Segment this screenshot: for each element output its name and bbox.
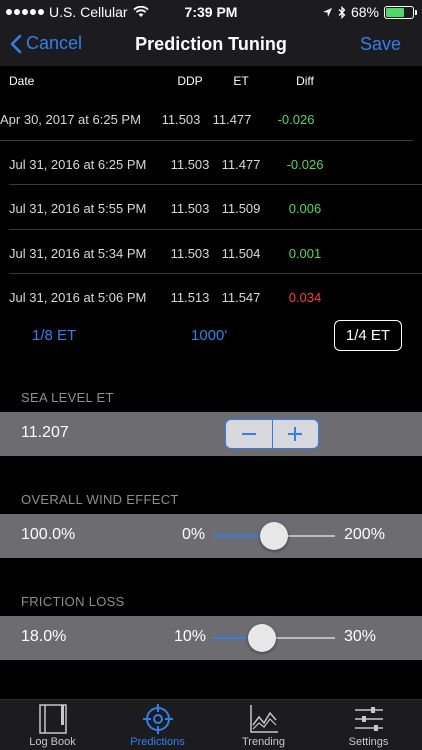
notebook-icon	[38, 704, 67, 734]
distance-selector: 1/8 ET 1000' 1/4 ET	[0, 320, 422, 352]
row-date: Jul 31, 2016 at 5:06 PM	[9, 290, 147, 306]
header-ddp: DDP	[177, 74, 203, 88]
battery-percent: 68%	[350, 4, 379, 20]
row-diff: 0.006	[288, 201, 322, 217]
header-et: ET	[233, 74, 249, 88]
row-ddp: 11.513	[170, 290, 210, 306]
navigation-bar: Cancel Prediction Tuning Save	[0, 24, 422, 66]
tab-bar: Log Book Predictions Trending Settings	[0, 699, 422, 750]
line-chart-icon	[249, 705, 278, 733]
friction-loss-value: 18.0%	[21, 628, 67, 645]
minus-icon	[241, 433, 256, 435]
header-date: Date	[9, 74, 35, 88]
runs-table: Apr 30, 2017 at 6:25 PM 11.503 11.477 -0…	[0, 96, 422, 319]
table-row[interactable]: Jul 31, 2016 at 5:34 PM 11.503 11.504 0.…	[9, 230, 422, 275]
bluetooth-icon	[338, 5, 346, 19]
row-et: 11.477	[221, 156, 261, 172]
header-diff: Diff	[296, 74, 314, 88]
tab-log-book[interactable]: Log Book	[0, 700, 105, 750]
plus-icon	[288, 427, 303, 441]
tab-label: Settings	[348, 736, 389, 748]
row-diff: -0.026	[286, 156, 324, 172]
wind-slider-max: 200%	[344, 526, 385, 543]
eighth-et-option[interactable]: 1/8 ET	[32, 320, 76, 352]
table-header: Date DDP ET Diff	[0, 66, 422, 96]
row-date: Apr 30, 2017 at 6:25 PM	[0, 112, 141, 127]
wind-slider-min: 0%	[182, 526, 206, 543]
row-diff: -0.026	[277, 112, 315, 127]
sea-level-value: 11.207	[21, 424, 69, 441]
wind-effect-value: 100.0%	[21, 526, 76, 543]
row-diff: 0.001	[288, 245, 322, 261]
tab-settings[interactable]: Settings	[316, 700, 421, 750]
quarter-et-option[interactable]: 1/4 ET	[334, 320, 402, 351]
status-bar: U.S. Cellular 7:39 PM 68%	[0, 0, 422, 24]
increment-button[interactable]	[273, 420, 319, 448]
crosshair-icon	[142, 704, 173, 734]
table-row[interactable]: Jul 31, 2016 at 5:06 PM 11.513 11.547 0.…	[9, 274, 422, 319]
wind-effect-panel: 100.0% 0% 200%	[0, 514, 422, 558]
tab-label: Predictions	[130, 736, 185, 748]
row-et: 11.547	[221, 290, 261, 306]
friction-slider-min: 10%	[174, 628, 207, 645]
sea-level-stepper	[225, 419, 319, 449]
friction-loss-panel: 18.0% 10% 30%	[0, 616, 422, 660]
table-row[interactable]: Jul 31, 2016 at 6:25 PM 11.503 11.477 -0…	[9, 141, 422, 186]
wind-effect-slider[interactable]	[213, 522, 335, 550]
slider-thumb[interactable]	[247, 624, 276, 652]
battery-icon	[384, 5, 417, 19]
sliders-icon	[354, 707, 383, 731]
tab-label: Trending	[241, 736, 285, 748]
row-ddp: 11.503	[170, 245, 210, 261]
row-date: Jul 31, 2016 at 5:55 PM	[9, 201, 147, 217]
row-et: 11.504	[221, 245, 261, 261]
table-row[interactable]: Apr 30, 2017 at 6:25 PM 11.503 11.477 -0…	[0, 96, 413, 141]
sea-level-panel: 11.207	[0, 412, 422, 456]
row-et: 11.509	[221, 201, 261, 217]
row-date: Jul 31, 2016 at 6:25 PM	[9, 156, 147, 172]
table-row[interactable]: Jul 31, 2016 at 5:55 PM 11.503 11.509 0.…	[9, 185, 422, 230]
wind-effect-label: OVERALL WIND EFFECT	[21, 492, 179, 507]
row-ddp: 11.503	[161, 112, 201, 127]
row-diff: 0.034	[288, 290, 322, 306]
tab-label: Log Book	[29, 736, 76, 748]
sea-level-label: SEA LEVEL ET	[21, 390, 114, 405]
row-date: Jul 31, 2016 at 5:34 PM	[9, 245, 147, 261]
location-icon	[322, 7, 332, 17]
status-right: 68%	[322, 4, 417, 20]
tab-predictions[interactable]: Predictions	[105, 700, 210, 750]
row-et: 11.477	[212, 112, 252, 127]
row-ddp: 11.503	[170, 201, 210, 217]
friction-loss-label: FRICTION LOSS	[21, 594, 125, 609]
save-button[interactable]: Save	[360, 34, 401, 55]
thousand-foot-option[interactable]: 1000'	[191, 320, 227, 352]
decrement-button[interactable]	[226, 420, 272, 448]
page-title: Prediction Tuning	[135, 34, 287, 54]
friction-slider-max: 30%	[344, 628, 377, 645]
friction-loss-slider[interactable]	[213, 624, 335, 652]
tab-trending[interactable]: Trending	[211, 700, 316, 750]
slider-thumb[interactable]	[260, 522, 288, 550]
row-ddp: 11.503	[170, 156, 210, 172]
